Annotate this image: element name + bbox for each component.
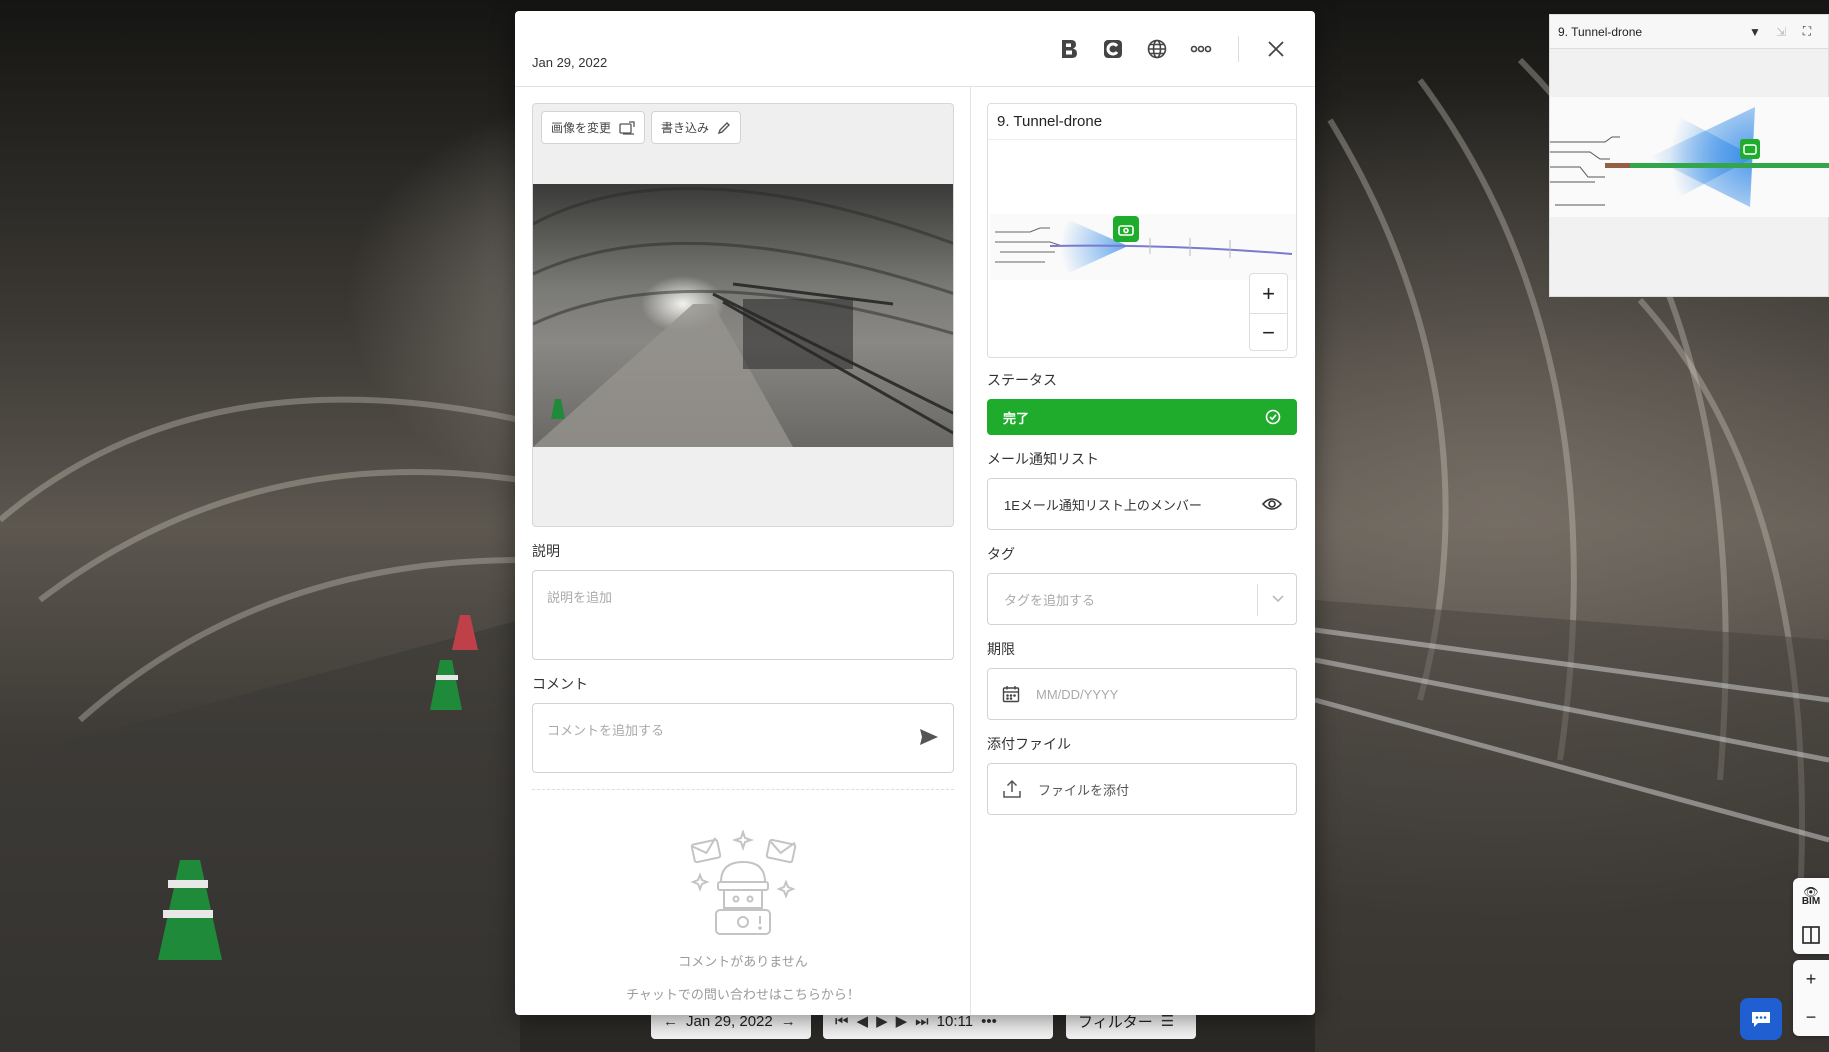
notify-label: メール通知リスト — [987, 451, 1099, 467]
comment-placeholder: コメントを追加する — [547, 723, 665, 738]
split-view-icon — [1802, 926, 1820, 944]
description-input[interactable]: 説明を追加 — [532, 570, 954, 660]
due-placeholder: MM/DD/YYYY — [1036, 686, 1119, 702]
pano-zoom-out-button[interactable]: − — [1793, 998, 1829, 1036]
modal-date: Jan 29, 2022 — [532, 55, 608, 70]
attachments-label: 添付ファイル — [987, 736, 1071, 752]
change-image-button[interactable]: 画像を変更 — [541, 111, 646, 144]
image-marker-icon — [1118, 224, 1134, 236]
due-date-input[interactable]: MM/DD/YYYY — [987, 668, 1297, 720]
minimap-floorplan[interactable] — [1550, 97, 1829, 217]
tags-select[interactable]: タグを追加する — [987, 573, 1297, 625]
comment-input[interactable]: コメントを追加する — [532, 703, 954, 773]
time-label: 10:11 — [936, 1012, 974, 1030]
tags-placeholder: タグを追加する — [1004, 592, 1096, 608]
no-comments-title: コメントがありません — [678, 954, 808, 969]
tags-label: タグ — [987, 546, 1015, 562]
arrow-left-icon[interactable]: ← — [663, 1013, 678, 1030]
issue-detail-modal: Jan 29, 2022 画像を変更 書き込み 説明 説明を追加 コメント コメ… — [515, 11, 1315, 1015]
check-circle-icon — [1265, 409, 1281, 425]
toolbar-divider — [1238, 36, 1239, 62]
eye-icon[interactable] — [1262, 497, 1282, 511]
camera-position-marker[interactable] — [1113, 216, 1139, 242]
right-column: 9. Tunnel-drone + − ステータス 完了 メール通知リスト 1E… — [987, 103, 1297, 815]
status-value: 完了 — [1003, 410, 1030, 426]
no-comments-placeholder: コメントがありません チャットでの問い合わせはこちらから！ — [532, 828, 954, 1003]
calendar-icon — [1002, 686, 1020, 703]
comment-divider — [532, 789, 954, 790]
c-logo-icon[interactable] — [1100, 36, 1126, 62]
pencil-icon — [717, 121, 731, 134]
pano-zoom-in-button[interactable]: + — [1793, 960, 1829, 998]
skip-last-icon[interactable]: ⏭ — [915, 1013, 929, 1030]
status-label: ステータス — [987, 372, 1057, 388]
collapse-icon[interactable]: ⇲ — [1768, 25, 1794, 39]
due-label: 期限 — [987, 641, 1015, 657]
close-icon[interactable] — [1263, 36, 1289, 62]
notify-list-field[interactable]: 1Eメール通知リスト上のメンバー — [987, 478, 1297, 530]
attach-file-label: ファイルを添付 — [1038, 782, 1130, 798]
floorplan-card[interactable]: 9. Tunnel-drone + − — [987, 103, 1297, 358]
left-column: 画像を変更 書き込み 説明 説明を追加 コメント コメントを追加する コメントが… — [532, 103, 954, 1003]
attach-file-button[interactable]: ファイルを添付 — [987, 763, 1297, 815]
bim-label: BIM — [1801, 896, 1821, 907]
more-dots-icon[interactable]: ••• — [981, 1013, 997, 1030]
annotate-button[interactable]: 書き込み — [651, 111, 742, 144]
pano-zoom-controls: + − — [1793, 960, 1829, 1036]
bim-b-icon[interactable] — [1056, 36, 1082, 62]
dropdown-arrow-icon[interactable]: ▼ — [1742, 25, 1768, 39]
more-dots-icon[interactable] — [1188, 36, 1214, 62]
date-nav-label[interactable]: Jan 29, 2022 — [686, 1013, 773, 1030]
description-placeholder: 説明を追加 — [547, 590, 613, 605]
skip-first-icon[interactable]: ⏮ — [835, 1013, 849, 1030]
map-zoom-in-button[interactable]: + — [1250, 274, 1287, 313]
upload-icon — [1003, 779, 1021, 798]
minimap-panel[interactable]: 9. Tunnel-drone ▼ ⇲ ⛶ — [1549, 14, 1829, 297]
bim-view-button[interactable]: 👁 BIM — [1793, 878, 1829, 916]
map-zoom-controls: + − — [1249, 273, 1288, 351]
fullscreen-icon[interactable]: ⛶ — [1794, 24, 1820, 39]
chat-icon — [1752, 1012, 1770, 1027]
notify-value: 1Eメール通知リスト上のメンバー — [1004, 497, 1202, 513]
chat-inquiry-link[interactable]: チャットでの問い合わせはこちらから！ — [532, 984, 954, 1003]
map-zoom-out-button[interactable]: − — [1250, 313, 1287, 352]
send-icon[interactable] — [919, 728, 939, 746]
chevron-down-icon[interactable] — [1272, 595, 1284, 603]
swap-image-icon — [619, 120, 635, 135]
change-image-label: 画像を変更 — [551, 121, 612, 135]
column-divider — [970, 87, 971, 1015]
split-view-button[interactable] — [1793, 916, 1829, 954]
issue-photo[interactable] — [533, 184, 953, 447]
chat-button[interactable] — [1740, 998, 1782, 1040]
modal-header: Jan 29, 2022 — [515, 11, 1315, 87]
image-panel: 画像を変更 書き込み — [532, 103, 954, 527]
annotate-label: 書き込み — [661, 121, 710, 135]
description-label: 説明 — [532, 543, 560, 559]
comment-label: コメント — [532, 676, 588, 692]
arrow-right-icon[interactable]: → — [781, 1013, 796, 1030]
minimap-title: 9. Tunnel-drone — [1558, 24, 1643, 39]
tags-divider — [1257, 584, 1258, 616]
status-select[interactable]: 完了 — [987, 399, 1297, 435]
floorplan-title: 9. Tunnel-drone — [988, 104, 1296, 140]
globe-icon[interactable] — [1144, 36, 1170, 62]
view-mode-controls: 👁 BIM — [1793, 878, 1829, 954]
empty-comments-illustration-icon — [690, 828, 797, 935]
